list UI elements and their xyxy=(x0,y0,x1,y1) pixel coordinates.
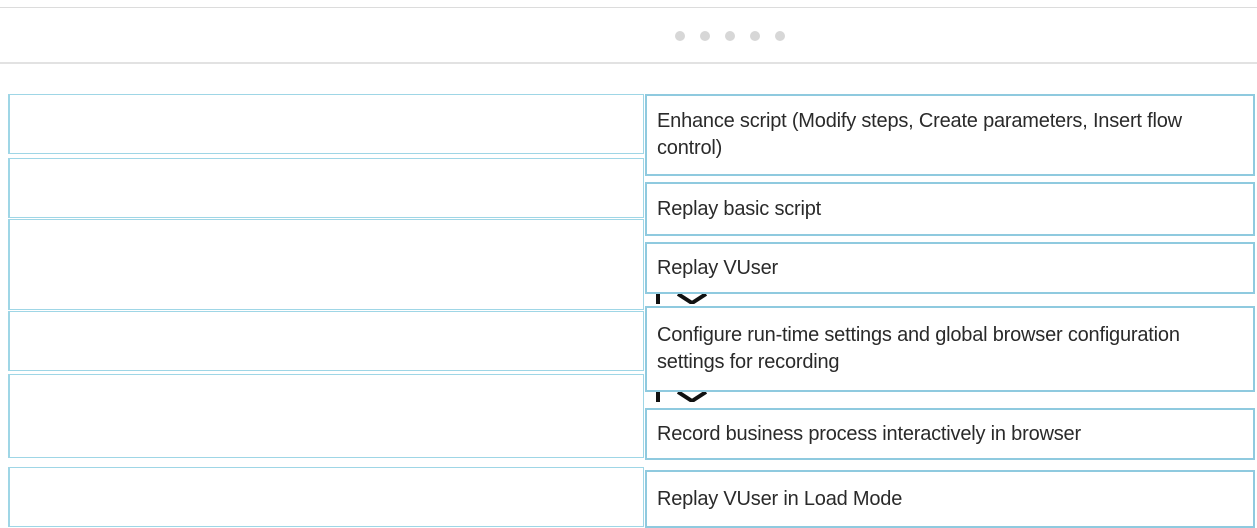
drag-item-replay-vuser-load-mode[interactable]: Replay VUser in Load Mode xyxy=(645,470,1255,528)
drop-slot-2[interactable] xyxy=(8,158,644,218)
step-pager xyxy=(675,31,785,43)
drag-item-label: Replay VUser xyxy=(657,256,778,279)
drop-slot-1[interactable] xyxy=(8,94,644,154)
drag-item-label: Replay VUser in Load Mode xyxy=(657,487,903,510)
pager-dot-2[interactable] xyxy=(700,31,710,41)
drag-item-label: Record business process interactively in… xyxy=(657,422,1081,445)
drag-item-label: Enhance script (Modify steps, Create par… xyxy=(657,110,1182,159)
arrow-fragment-icon-2 xyxy=(656,392,708,402)
pager-dot-1[interactable] xyxy=(675,31,685,41)
drag-item-replay-basic-script[interactable]: Replay basic script xyxy=(645,182,1255,236)
drag-item-replay-vuser[interactable]: Replay VUser xyxy=(645,242,1255,294)
drag-item-enhance-script[interactable]: Enhance script (Modify steps, Create par… xyxy=(645,94,1255,176)
arrow-fragment-icon-1 xyxy=(656,294,708,304)
drop-slot-4[interactable] xyxy=(8,311,644,371)
header-divider xyxy=(0,62,1257,64)
drop-slot-5[interactable] xyxy=(8,374,644,458)
drag-item-record-business-process[interactable]: Record business process interactively in… xyxy=(645,408,1255,460)
pager-dot-3[interactable] xyxy=(725,31,735,41)
drag-item-label: Replay basic script xyxy=(657,197,822,220)
pager-dot-4[interactable] xyxy=(750,31,760,41)
drag-item-label: Configure run-time settings and global b… xyxy=(657,324,1180,373)
drag-item-configure-settings[interactable]: Configure run-time settings and global b… xyxy=(645,306,1255,392)
drop-slot-3[interactable] xyxy=(8,219,644,310)
top-divider xyxy=(0,7,1257,8)
pager-dot-5[interactable] xyxy=(775,31,785,41)
drop-slot-6[interactable] xyxy=(8,467,644,527)
